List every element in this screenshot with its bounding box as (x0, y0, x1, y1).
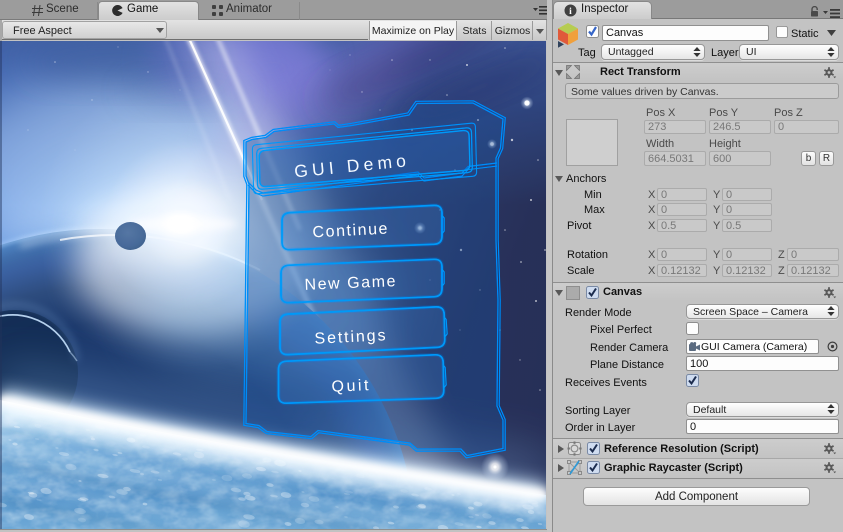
svg-text:Quit: Quit (331, 377, 369, 396)
svg-text:i: i (569, 7, 572, 17)
